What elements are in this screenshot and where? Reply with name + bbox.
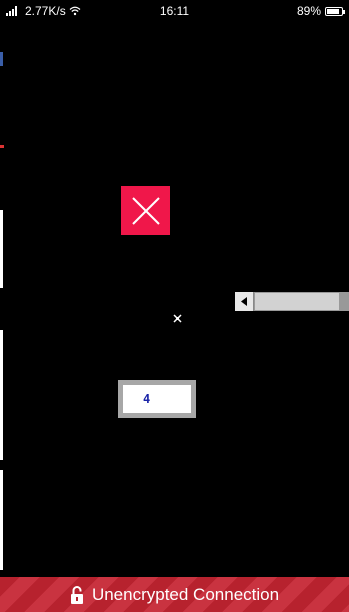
page-edge-fragment xyxy=(0,470,3,570)
value-field-text[interactable]: 4 xyxy=(123,385,191,413)
unlocked-lock-icon xyxy=(70,585,83,604)
status-right: 89% xyxy=(296,4,345,18)
cursor-cross-icon xyxy=(173,314,182,323)
page-edge-fragment xyxy=(0,210,3,288)
page-edge-fragment xyxy=(0,145,4,148)
close-icon xyxy=(131,196,160,225)
page-edge-fragment xyxy=(0,330,3,460)
unencrypted-connection-banner: Unencrypted Connection xyxy=(0,577,349,612)
arrow-left-icon xyxy=(241,297,247,306)
screen: 2.77K/s 16:11 89% 4 Unencrypted Connecti… xyxy=(0,0,349,612)
value-field[interactable]: 4 xyxy=(118,380,196,418)
battery-fill xyxy=(327,8,340,14)
page-edge-fragment xyxy=(0,52,3,66)
battery-icon xyxy=(325,6,345,16)
close-button[interactable] xyxy=(121,186,170,235)
banner-text: Unencrypted Connection xyxy=(91,584,280,604)
battery-percent: 89% xyxy=(296,4,321,18)
horizontal-scrollbar[interactable] xyxy=(235,292,349,311)
scroll-left-button[interactable] xyxy=(235,292,254,311)
status-bar: 2.77K/s 16:11 89% xyxy=(0,0,349,22)
scroll-thumb[interactable] xyxy=(255,293,339,310)
